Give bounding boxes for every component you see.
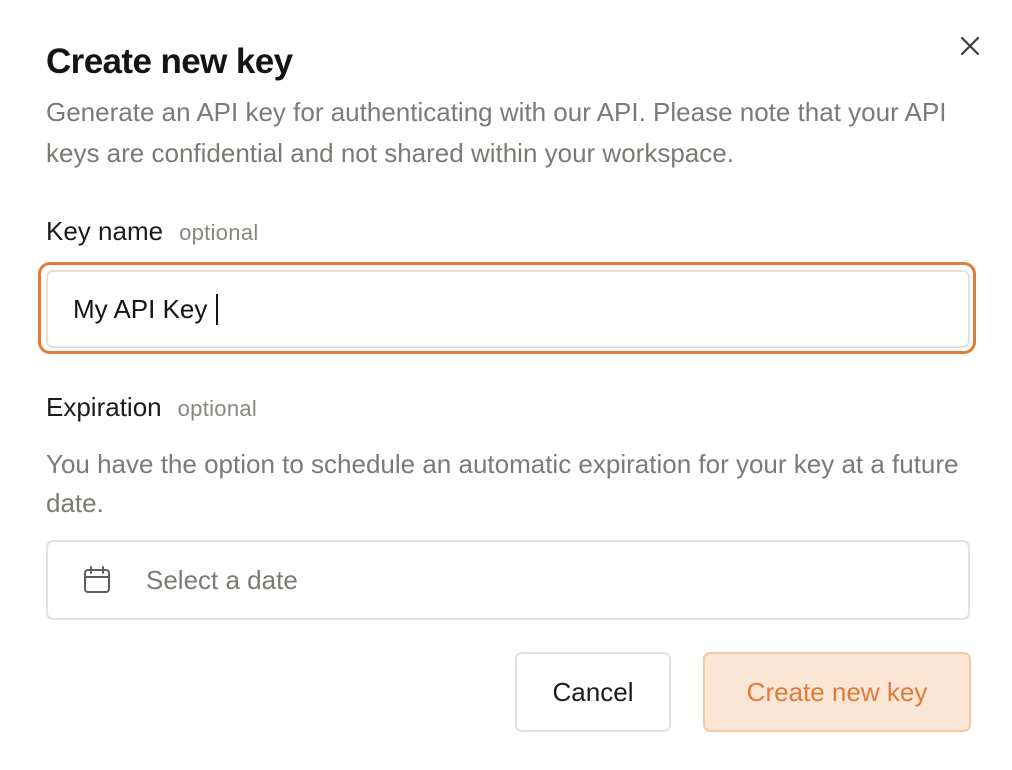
close-button[interactable] bbox=[952, 28, 988, 64]
expiration-date-picker[interactable]: Select a date bbox=[46, 540, 970, 620]
close-icon bbox=[960, 36, 980, 56]
dialog-description: Generate an API key for authenticating w… bbox=[46, 97, 947, 168]
date-placeholder: Select a date bbox=[146, 564, 298, 595]
expiration-label-text: Expiration bbox=[46, 392, 162, 422]
expiration-description: You have the option to schedule an autom… bbox=[46, 449, 959, 518]
create-key-button[interactable]: Create new key bbox=[703, 652, 971, 732]
create-key-dialog: Create new key Generate an API key for a… bbox=[0, 0, 1012, 770]
key-name-input[interactable] bbox=[46, 270, 970, 348]
cancel-button[interactable]: Cancel bbox=[515, 652, 671, 732]
dialog-title: Create new key bbox=[46, 42, 293, 81]
expiration-label: Expiration optional bbox=[46, 390, 257, 426]
expiration-optional-tag: optional bbox=[177, 396, 258, 421]
key-name-optional-tag: optional bbox=[179, 220, 259, 245]
key-name-label-text: Key name bbox=[46, 216, 164, 246]
text-caret bbox=[216, 294, 218, 325]
calendar-icon bbox=[82, 565, 112, 595]
key-name-label: Key name optional bbox=[46, 214, 259, 250]
